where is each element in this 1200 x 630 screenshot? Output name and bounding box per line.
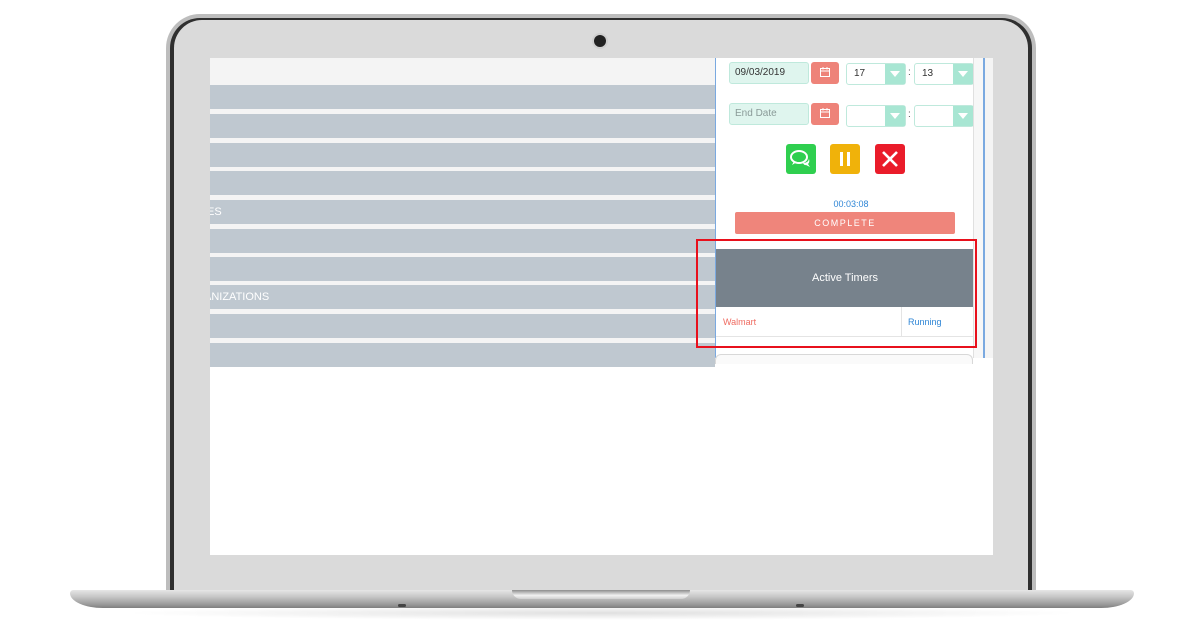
start-minute-value: 13 <box>922 68 934 79</box>
sidebar-row-label: IES <box>210 206 222 218</box>
app-window: IES ANIZATIONS 09/03/2019 <box>210 58 993 367</box>
end-hour-select[interactable] <box>846 105 906 127</box>
pause-icon <box>840 152 850 166</box>
time-separator: : <box>908 67 911 78</box>
close-icon <box>882 151 898 167</box>
highlight-annotation <box>696 239 977 348</box>
sidebar-row[interactable]: IES <box>210 200 715 224</box>
sidebar-row[interactable] <box>210 143 715 167</box>
port-right <box>796 604 804 607</box>
start-minute-select[interactable]: 13 <box>914 63 974 85</box>
sidebar-row[interactable] <box>210 229 715 253</box>
pause-button[interactable] <box>830 144 860 174</box>
camera-icon <box>594 35 606 47</box>
end-date-picker-button[interactable] <box>811 103 839 125</box>
sidebar-row[interactable] <box>210 257 715 281</box>
screen: IES ANIZATIONS 09/03/2019 <box>210 58 993 555</box>
chat-bubbles-icon <box>790 150 810 167</box>
calendar-icon <box>820 108 830 118</box>
calendar-icon <box>820 67 830 77</box>
laptop-notch <box>512 590 690 599</box>
time-separator: : <box>908 109 911 120</box>
comment-button[interactable] <box>786 144 816 174</box>
start-hour-select[interactable]: 17 <box>846 63 906 85</box>
laptop-mockup: IES ANIZATIONS 09/03/2019 <box>0 0 1200 630</box>
start-date-picker-button[interactable] <box>811 62 839 84</box>
sidebar-row-label: ANIZATIONS <box>210 291 270 303</box>
chevron-down-icon <box>885 64 905 84</box>
start-hour-value: 17 <box>854 68 866 79</box>
port-left <box>398 604 406 607</box>
laptop-shadow <box>120 606 1084 620</box>
sidebar-row[interactable] <box>210 343 715 367</box>
next-card <box>715 354 973 364</box>
panel-border <box>983 58 985 358</box>
cancel-button[interactable] <box>875 144 905 174</box>
start-date-input[interactable]: 09/03/2019 <box>729 62 809 84</box>
chevron-down-icon <box>953 106 973 126</box>
chevron-down-icon <box>953 64 973 84</box>
sidebar-row[interactable] <box>210 85 715 109</box>
sidebar: IES ANIZATIONS <box>210 58 715 367</box>
chevron-down-icon <box>885 106 905 126</box>
sidebar-row[interactable] <box>210 114 715 138</box>
elapsed-time: 00:03:08 <box>833 199 869 209</box>
end-minute-select[interactable] <box>914 105 974 127</box>
sidebar-row[interactable] <box>210 314 715 338</box>
end-date-input[interactable]: End Date <box>729 103 809 125</box>
sidebar-row[interactable]: ANIZATIONS <box>210 285 715 309</box>
complete-button[interactable]: COMPLETE <box>735 212 955 234</box>
sidebar-row[interactable] <box>210 171 715 195</box>
